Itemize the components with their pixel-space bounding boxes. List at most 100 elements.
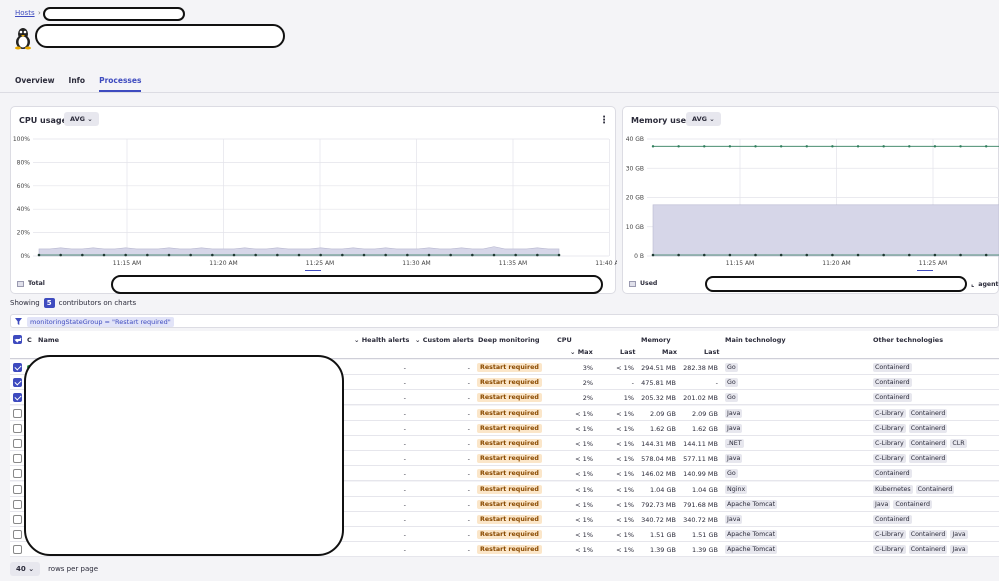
col-custom-alerts-header[interactable]: ⌄ Custom alerts [415, 336, 474, 344]
row-checkbox[interactable] [13, 423, 22, 433]
technology-tag: Containerd [873, 469, 912, 479]
cpu-last-cell: < 1% [616, 485, 634, 494]
rows-per-page-select[interactable]: 40 ⌄ [10, 562, 41, 576]
technology-tag: CLR [950, 439, 967, 448]
restart-required-badge[interactable]: Restart required [477, 439, 542, 448]
row-checkbox[interactable] [13, 454, 22, 464]
technology-tag: Containerd [873, 393, 912, 403]
y-tick-label: 100% [13, 136, 30, 143]
restart-required-badge[interactable]: Restart required [477, 423, 542, 433]
col-name-header[interactable]: Name [38, 336, 59, 344]
memory-legend-used[interactable]: Used [629, 280, 657, 287]
redacted-host-name [35, 24, 285, 48]
row-checkbox[interactable] [13, 378, 22, 388]
row-checkbox[interactable] [13, 484, 22, 494]
row-checkbox[interactable] [13, 515, 22, 524]
memory-chart-plot: 40 GB 30 GB 20 GB 10 GB 0 B 11:15 AM 11:20 AM 1… [626, 136, 999, 271]
col-cpu-max-header[interactable]: ⌄ Max [570, 348, 593, 356]
row-checkbox[interactable] [13, 408, 22, 418]
memory-max-cell: 205.32 MB [641, 394, 676, 403]
health-alerts-cell: - [403, 531, 406, 540]
restart-required-badge[interactable]: Restart required [477, 545, 542, 555]
cpu-legend-label: Total [28, 280, 45, 287]
row-checkbox[interactable] [13, 439, 22, 448]
data-point [297, 253, 301, 257]
technology-tag: Containerd [893, 499, 932, 509]
row-checkbox[interactable] [13, 363, 22, 372]
filter-bar[interactable]: monitoringStateGroup = "Restart required… [10, 314, 999, 328]
select-all-checkbox[interactable] [13, 335, 22, 344]
health-alerts-cell: - [403, 379, 406, 388]
technology-tag: Apache Tomcat [725, 545, 778, 555]
breadcrumb-hosts-link[interactable]: Hosts [15, 9, 35, 17]
technology-tag: Containerd [908, 530, 948, 540]
technology-tag: .NET [725, 439, 744, 448]
restart-required-badge[interactable]: Restart required [477, 469, 542, 479]
cpu-aggregation-label: AVG [70, 115, 85, 123]
restart-required-badge[interactable]: Restart required [477, 515, 542, 524]
technology-tag: Containerd [908, 545, 948, 555]
tab-processes[interactable]: Processes [99, 76, 142, 92]
col-c-header[interactable]: C [27, 336, 32, 344]
col-memory-last-header[interactable]: Last [704, 348, 720, 356]
col-cpu-last-header[interactable]: Last [620, 348, 636, 356]
restart-required-badge[interactable]: Restart required [477, 454, 542, 464]
memory-last-cell: 791.68 MB [683, 500, 718, 509]
row-checkbox[interactable] [13, 545, 22, 555]
row-checkbox[interactable] [13, 530, 22, 540]
col-other-technologies-header[interactable]: Other technologies [873, 336, 943, 344]
other-technologies-cell: C-Library Containerd [873, 423, 950, 433]
x-tick-label: 11:20 AM [822, 260, 850, 267]
cpu-legend-total[interactable]: Total [17, 280, 45, 287]
cpu-aggregation-select[interactable]: AVG ⌄ [64, 112, 99, 126]
custom-alerts-cell: - [467, 394, 470, 403]
filter-icon [15, 318, 22, 325]
restart-required-badge[interactable]: Restart required [477, 378, 542, 388]
custom-alerts-cell: - [467, 546, 470, 555]
cpu-max-cell: 2% [582, 394, 593, 403]
contributors-count-badge[interactable]: 5 [43, 298, 55, 308]
restart-required-badge[interactable]: Restart required [477, 499, 542, 509]
tab-info[interactable]: Info [69, 76, 86, 92]
row-checkbox[interactable] [13, 393, 22, 403]
memory-last-cell: 1.62 GB [691, 424, 718, 433]
col-deep-monitoring-header[interactable]: Deep monitoring [478, 336, 540, 344]
custom-alerts-cell: - [467, 379, 470, 388]
memory-used-card: Memory used AVG ⌄ 40 GB 30 GB 20 GB 10 GB 0 … [622, 106, 999, 294]
memory-max-cell: 294.51 MB [641, 364, 676, 372]
y-tick-label: 60% [17, 183, 31, 190]
data-point [882, 253, 885, 257]
col-health-alerts-header[interactable]: ⌄ Health alerts [354, 336, 409, 344]
memory-legend-agent[interactable]: ⌞ agent [971, 280, 998, 288]
restart-required-badge[interactable]: Restart required [477, 393, 542, 403]
memory-max-cell: 144.31 MB [641, 440, 676, 448]
memory-last-cell: 340.72 MB [683, 516, 718, 524]
legend-swatch [629, 280, 636, 287]
row-checkbox[interactable] [13, 499, 22, 509]
memory-last-cell: 2.09 GB [691, 409, 718, 418]
restart-required-badge[interactable]: Restart required [477, 408, 542, 418]
restart-required-badge[interactable]: Restart required [477, 530, 542, 540]
restart-required-badge[interactable]: Restart required [477, 363, 542, 372]
data-point [232, 253, 236, 257]
tab-overview[interactable]: Overview [15, 76, 55, 92]
restart-required-badge[interactable]: Restart required [477, 484, 542, 494]
health-alerts-cell: - [403, 500, 406, 509]
data-point [933, 145, 937, 148]
col-custom-alerts-label: Custom alerts [422, 336, 474, 344]
memory-last-cell: 1.51 GB [691, 531, 718, 540]
data-point [728, 253, 732, 257]
cpu-max-cell: < 1% [575, 455, 593, 464]
memory-legend-agent-label: agent [978, 280, 999, 288]
row-checkbox[interactable] [13, 469, 22, 479]
filter-chip-monitoring-state[interactable]: monitoringStateGroup = "Restart required… [27, 317, 174, 327]
technology-tag: Java [725, 454, 743, 464]
more-options-icon[interactable]: ⋮ [599, 115, 609, 126]
other-technologies-cell: Containerd [873, 515, 915, 524]
pagination-footer: 40 ⌄ rows per page [10, 562, 98, 576]
technology-tag: C-Library [873, 545, 906, 555]
col-memory-max-header[interactable]: Max [662, 348, 677, 356]
col-main-technology-header[interactable]: Main technology [725, 336, 786, 344]
memory-aggregation-select[interactable]: AVG ⌄ [686, 112, 721, 126]
x-tick-label: 11:15 AM [113, 260, 141, 267]
